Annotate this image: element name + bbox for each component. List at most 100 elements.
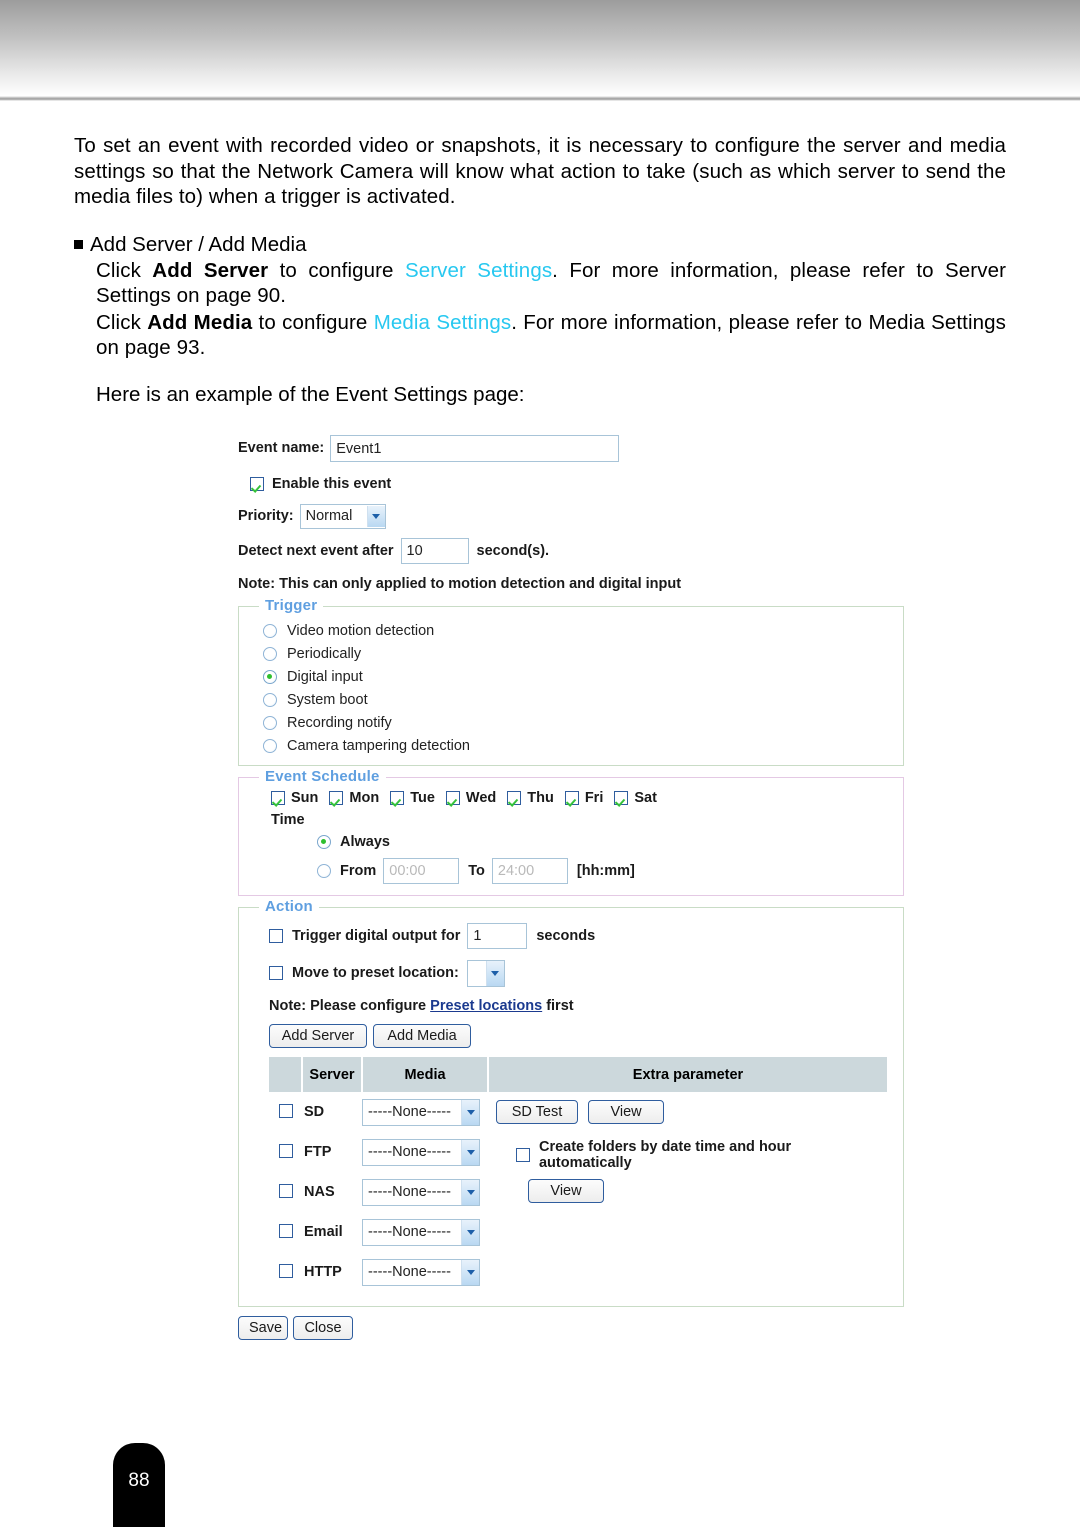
add-server-button[interactable]: Add Server bbox=[269, 1024, 367, 1048]
trigger-option-recording-notify[interactable]: Recording notify bbox=[263, 711, 903, 734]
trigger-digital-output-suffix: seconds bbox=[536, 928, 596, 944]
radio-always[interactable] bbox=[317, 835, 331, 849]
radio-camera-tampering-detection[interactable] bbox=[263, 738, 277, 753]
radio-video-motion-detection[interactable] bbox=[263, 623, 277, 638]
row-http-extra-cell bbox=[488, 1252, 887, 1292]
checkbox-move-to-preset[interactable] bbox=[269, 966, 283, 980]
to-time-input[interactable]: 24:00 bbox=[491, 858, 568, 884]
day-tue[interactable]: Tue bbox=[390, 790, 435, 806]
trigger-digital-output-seconds-input[interactable]: 1 bbox=[467, 923, 528, 949]
save-button[interactable]: Save bbox=[238, 1316, 288, 1340]
enable-event-checkbox[interactable] bbox=[250, 477, 264, 491]
media-select-nas[interactable]: -----None----- bbox=[362, 1178, 480, 1206]
chevron-down-icon[interactable] bbox=[461, 1139, 479, 1165]
trigger-option-camera-tampering-detection[interactable]: Camera tampering detection bbox=[263, 734, 903, 757]
day-fri[interactable]: Fri bbox=[564, 790, 603, 806]
trigger-legend: Trigger bbox=[259, 597, 324, 614]
trigger-option-system-boot[interactable]: System boot bbox=[263, 688, 903, 711]
preset-locations-link[interactable]: Preset locations bbox=[430, 998, 542, 1014]
from-time-input[interactable]: 00:00 bbox=[383, 858, 460, 884]
radio-digital-input[interactable] bbox=[263, 669, 277, 684]
detect-next-event-label: Detect next event after bbox=[238, 543, 394, 559]
checkbox-thu[interactable] bbox=[507, 791, 522, 805]
media-select-ftp[interactable]: -----None----- bbox=[362, 1138, 480, 1166]
checkbox-nas[interactable] bbox=[278, 1184, 293, 1198]
sd-view-button[interactable]: View bbox=[588, 1100, 665, 1124]
checkbox-email[interactable] bbox=[278, 1224, 293, 1238]
nas-view-button[interactable]: View bbox=[528, 1179, 604, 1203]
checkbox-ftp[interactable] bbox=[278, 1144, 293, 1158]
checkbox-fri[interactable] bbox=[564, 791, 579, 805]
day-sun[interactable]: Sun bbox=[271, 790, 318, 806]
checkbox-trigger-digital-output[interactable] bbox=[269, 929, 283, 943]
radio-periodically[interactable] bbox=[263, 646, 277, 661]
server-name-email: Email bbox=[304, 1224, 343, 1240]
chevron-down-icon[interactable] bbox=[366, 505, 385, 527]
event-name-input[interactable]: Event1 bbox=[330, 434, 620, 462]
priority-label: Priority: bbox=[238, 508, 294, 524]
detect-next-event-input[interactable]: 10 bbox=[400, 538, 469, 564]
server-line-part2: to configure bbox=[268, 258, 405, 282]
media-line-part2: to configure bbox=[252, 310, 374, 334]
checkbox-sun[interactable] bbox=[271, 791, 285, 805]
day-thu[interactable]: Thu bbox=[507, 790, 554, 806]
checkbox-sat[interactable] bbox=[614, 791, 629, 805]
media-select-nas-value: -----None----- bbox=[368, 1183, 451, 1200]
checkbox-http[interactable] bbox=[278, 1264, 293, 1278]
preset-note-prefix: Note: Please configure bbox=[269, 998, 431, 1014]
checkbox-wed[interactable] bbox=[445, 791, 460, 805]
preset-location-select[interactable] bbox=[466, 959, 505, 987]
server-media-table: Server Media Extra parameter SD -----Non… bbox=[269, 1057, 887, 1292]
day-label-2: Tue bbox=[410, 790, 435, 806]
day-mon[interactable]: Mon bbox=[329, 790, 379, 806]
event-schedule-fieldset: Event Schedule Sun Mon Tue Wed Thu Fri S… bbox=[238, 768, 904, 896]
media-settings-link[interactable]: Media Settings bbox=[374, 311, 512, 334]
detect-next-event-row: Detect next event after 10 second(s). bbox=[238, 536, 918, 566]
chevron-down-icon[interactable] bbox=[461, 1219, 479, 1245]
media-select-sd[interactable]: -----None----- bbox=[362, 1098, 480, 1126]
row-email-media-cell: -----None----- bbox=[362, 1212, 488, 1252]
sd-test-button[interactable]: SD Test bbox=[496, 1100, 578, 1124]
trigger-label-0: Video motion detection bbox=[287, 622, 435, 639]
chevron-down-icon[interactable] bbox=[461, 1099, 479, 1125]
priority-select[interactable]: Normal bbox=[299, 503, 386, 529]
time-always-row[interactable]: Always bbox=[271, 829, 903, 855]
checkbox-tue[interactable] bbox=[390, 791, 405, 805]
chevron-down-icon[interactable] bbox=[485, 960, 504, 986]
radio-recording-notify[interactable] bbox=[263, 715, 277, 730]
checkbox-create-folders[interactable] bbox=[516, 1148, 530, 1162]
chevron-down-icon[interactable] bbox=[461, 1259, 479, 1285]
trigger-option-digital-input[interactable]: Digital input bbox=[263, 665, 903, 688]
trigger-label-4: Recording notify bbox=[287, 714, 392, 731]
trigger-label-2: Digital input bbox=[287, 668, 363, 685]
day-label-3: Wed bbox=[465, 790, 497, 806]
detect-note: Note: This can only applied to motion de… bbox=[238, 576, 682, 592]
trigger-fieldset: Trigger Video motion detection Periodica… bbox=[238, 597, 904, 766]
server-settings-paragraph: Click Add Server to configure Server Set… bbox=[96, 258, 1006, 309]
trigger-digital-output-row: Trigger digital output for 1 seconds bbox=[269, 922, 903, 950]
page-number: 88 bbox=[128, 1470, 150, 1491]
table-row: NAS -----None----- Create folders by dat… bbox=[269, 1139, 887, 1212]
add-media-button[interactable]: Add Media bbox=[373, 1024, 471, 1048]
day-wed[interactable]: Wed bbox=[445, 790, 497, 806]
media-select-http[interactable]: -----None----- bbox=[362, 1258, 480, 1286]
row-nas-extra-cell: Create folders by date time and hour aut… bbox=[488, 1139, 887, 1212]
server-line-bold: Add Server bbox=[152, 258, 269, 282]
day-sat[interactable]: Sat bbox=[614, 790, 657, 806]
time-range-row: From 00:00 To 24:00 [hh:mm] bbox=[271, 857, 903, 885]
example-intro-line: Here is an example of the Event Settings… bbox=[96, 382, 525, 406]
chevron-down-icon[interactable] bbox=[461, 1179, 479, 1205]
media-select-email[interactable]: -----None----- bbox=[362, 1218, 480, 1246]
page-number-tab: 88 bbox=[113, 1443, 165, 1527]
trigger-option-video-motion-detection[interactable]: Video motion detection bbox=[263, 619, 903, 642]
trigger-option-periodically[interactable]: Periodically bbox=[263, 642, 903, 665]
th-extra-parameter: Extra parameter bbox=[488, 1057, 887, 1092]
checkbox-mon[interactable] bbox=[329, 791, 344, 805]
radio-from-to[interactable] bbox=[317, 864, 331, 878]
from-label: From bbox=[340, 863, 377, 879]
server-name-sd: SD bbox=[304, 1104, 325, 1120]
radio-system-boot[interactable] bbox=[263, 692, 277, 707]
checkbox-sd[interactable] bbox=[278, 1104, 293, 1118]
close-button[interactable]: Close bbox=[293, 1316, 353, 1340]
server-settings-link[interactable]: Server Settings bbox=[405, 259, 552, 282]
